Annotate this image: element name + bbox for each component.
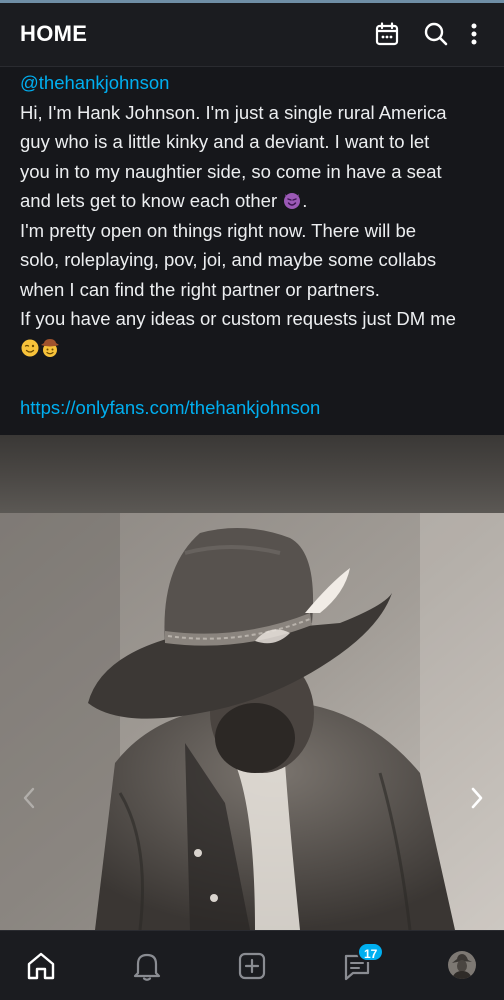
chevron-right-icon: [471, 787, 483, 809]
avatar[interactable]: [448, 951, 476, 979]
post-line: you in to my naughtier side, so come in …: [20, 160, 442, 182]
post-line: solo, roleplaying, pov, joi, and maybe s…: [20, 249, 437, 270]
search-icon[interactable]: [422, 20, 450, 48]
winking-face-emoji: [21, 339, 39, 356]
carousel-prev-button[interactable]: [14, 776, 44, 820]
post-line: when I can find the right partner or par…: [20, 278, 380, 300]
post-line: guy who is a little kinky and a deviant.…: [20, 131, 430, 152]
cowboy-face-emoji: [41, 338, 59, 357]
more-vertical-icon[interactable]: [463, 20, 485, 48]
post-media[interactable]: [0, 435, 504, 930]
messages-badge: 17: [357, 942, 385, 962]
app-header: HOME: [0, 3, 504, 67]
post-line: Hi, I'm Hank Johnson. I'm just a single …: [20, 101, 447, 123]
nav-home[interactable]: [21, 946, 61, 986]
carousel-next-button[interactable]: [462, 776, 492, 820]
bell-icon: [133, 953, 161, 981]
media-blurred-top: [0, 435, 504, 515]
chevron-left-icon: [23, 787, 35, 809]
post-body: @thehankjohnson Hi, I'm Hank Johnson. I'…: [20, 68, 490, 422]
home-icon: [27, 952, 55, 980]
calendar-icon[interactable]: [373, 20, 401, 48]
nav-notifications[interactable]: [127, 946, 167, 986]
page-title: HOME: [20, 21, 88, 46]
post-link[interactable]: https://onlyfans.com/thehankjohnson: [20, 393, 490, 423]
cowboy-photo: [0, 513, 504, 930]
post-line-with-emoji: and lets get to know each other .: [20, 186, 490, 216]
post-line: I'm pretty open on things right now. The…: [20, 219, 417, 241]
emoji-line: [20, 334, 490, 364]
smiling-devil-emoji: [284, 193, 301, 209]
bottom-navigation: [0, 930, 504, 1000]
post-author-handle[interactable]: @thehankjohnson: [20, 68, 490, 98]
post-line: and lets get to know each other: [20, 190, 278, 211]
add-post-icon: [238, 952, 266, 980]
post-line-suffix: .: [302, 190, 308, 211]
nav-add-post[interactable]: [232, 946, 272, 986]
post-line: If you have any ideas or custom requests…: [20, 308, 456, 329]
